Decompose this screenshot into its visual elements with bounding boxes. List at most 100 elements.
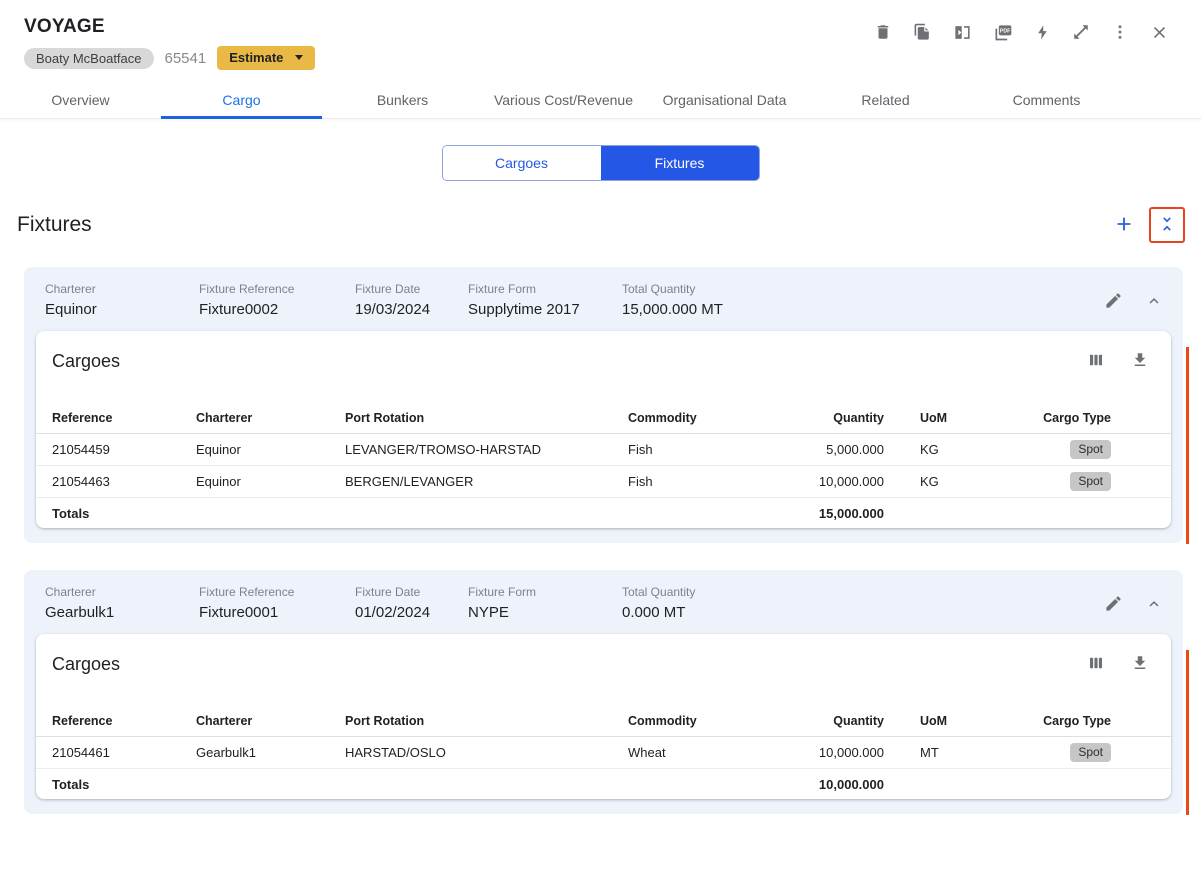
- col-header-reference[interactable]: Reference: [52, 411, 196, 425]
- svg-text:PDF: PDF: [1000, 29, 1011, 35]
- col-header-reference[interactable]: Reference: [52, 714, 196, 728]
- fixture-form-value: NYPE: [468, 604, 622, 621]
- plus-icon: [1113, 213, 1135, 238]
- fixture-reference-value: Fixture0001: [199, 604, 355, 621]
- validation-indicator: [1186, 650, 1189, 815]
- flip-button[interactable]: [953, 23, 972, 42]
- fixture-form-value: Supplytime 2017: [468, 301, 622, 318]
- table-row[interactable]: 21054461 Gearbulk1 HARSTAD/OSLO Wheat 10…: [36, 737, 1171, 769]
- fixture-reference-label: Fixture Reference: [199, 585, 355, 599]
- close-button[interactable]: [1150, 23, 1169, 42]
- fixture-form-label: Fixture Form: [468, 585, 622, 599]
- totals-row: Totals 10,000.000: [36, 769, 1171, 799]
- validation-indicator: [1186, 347, 1189, 544]
- cargoes-card-title: Cargoes: [52, 351, 120, 372]
- pencil-icon: [1104, 291, 1123, 313]
- voyage-number: 65541: [165, 50, 207, 67]
- table-header-row: Reference Charterer Port Rotation Commod…: [36, 705, 1171, 737]
- col-header-uom[interactable]: UoM: [920, 714, 980, 728]
- cargoes-table: Reference Charterer Port Rotation Commod…: [36, 705, 1171, 799]
- cargoes-table: Reference Charterer Port Rotation Commod…: [36, 402, 1171, 528]
- edit-fixture-button[interactable]: [1100, 287, 1127, 317]
- estimate-status-button[interactable]: Estimate: [217, 46, 315, 70]
- cell-reference: 21054463: [52, 474, 196, 489]
- column-settings-button[interactable]: [1083, 347, 1109, 376]
- cargo-type-badge: Spot: [1070, 440, 1111, 459]
- toggle-cargoes-button[interactable]: Cargoes: [443, 146, 601, 180]
- tab-bunkers[interactable]: Bunkers: [322, 81, 483, 118]
- estimate-status-label: Estimate: [229, 50, 283, 65]
- totals-label: Totals: [52, 777, 196, 792]
- charterer-label: Charterer: [45, 585, 199, 599]
- download-button[interactable]: [1127, 347, 1153, 376]
- duplicate-icon: [913, 23, 932, 42]
- expand-icon: [1072, 23, 1090, 41]
- quick-actions-button[interactable]: [1034, 24, 1051, 41]
- collapse-all-icon: [1157, 214, 1177, 237]
- column-settings-button[interactable]: [1083, 650, 1109, 679]
- col-header-port-rotation[interactable]: Port Rotation: [345, 411, 628, 425]
- col-header-cargo-type[interactable]: Cargo Type: [980, 714, 1171, 728]
- fixture-card: Charterer Equinor Fixture Reference Fixt…: [24, 267, 1183, 543]
- table-row[interactable]: 21054463 Equinor BERGEN/LEVANGER Fish 10…: [36, 466, 1171, 498]
- download-icon: [1131, 654, 1149, 675]
- fixture-date-value: 19/03/2024: [355, 301, 468, 318]
- vessel-badge: Boaty McBoatface: [24, 48, 154, 69]
- lightning-bolt-icon: [1034, 24, 1051, 41]
- cell-port-rotation: HARSTAD/OSLO: [345, 745, 628, 760]
- col-header-commodity[interactable]: Commodity: [628, 714, 788, 728]
- col-header-commodity[interactable]: Commodity: [628, 411, 788, 425]
- cell-charterer: Gearbulk1: [196, 745, 345, 760]
- window-header: VOYAGE Boaty McBoatface 65541 Estimate P…: [0, 0, 1201, 70]
- charterer-value: Equinor: [45, 301, 199, 318]
- totals-quantity: 10,000.000: [788, 777, 884, 792]
- col-header-cargo-type[interactable]: Cargo Type: [980, 411, 1171, 425]
- cargoes-card: Cargoes Reference Charterer Port Rotatio…: [36, 331, 1171, 528]
- collapse-fixture-button[interactable]: [1141, 591, 1167, 620]
- cell-commodity: Fish: [628, 442, 788, 457]
- totals-label: Totals: [52, 506, 196, 521]
- fixture-date-label: Fixture Date: [355, 585, 468, 599]
- col-header-port-rotation[interactable]: Port Rotation: [345, 714, 628, 728]
- flip-icon: [953, 23, 972, 42]
- totals-row: Totals 15,000.000: [36, 498, 1171, 528]
- col-header-charterer[interactable]: Charterer: [196, 714, 345, 728]
- tab-related[interactable]: Related: [805, 81, 966, 118]
- tab-various-cost-revenue[interactable]: Various Cost/Revenue: [483, 81, 644, 118]
- tab-cargo[interactable]: Cargo: [161, 81, 322, 118]
- cell-charterer: Equinor: [196, 442, 345, 457]
- totals-quantity: 15,000.000: [788, 506, 884, 521]
- edit-fixture-button[interactable]: [1100, 590, 1127, 620]
- cell-quantity: 10,000.000: [788, 745, 884, 760]
- charterer-value: Gearbulk1: [45, 604, 199, 621]
- delete-button[interactable]: [874, 23, 892, 41]
- expand-button[interactable]: [1072, 23, 1090, 41]
- total-quantity-value: 0.000 MT: [622, 604, 1163, 621]
- collapse-fixture-button[interactable]: [1141, 288, 1167, 317]
- cell-port-rotation: BERGEN/LEVANGER: [345, 474, 628, 489]
- col-header-uom[interactable]: UoM: [920, 411, 980, 425]
- tab-overview[interactable]: Overview: [0, 81, 161, 118]
- tab-organisational-data[interactable]: Organisational Data: [644, 81, 805, 118]
- col-header-quantity[interactable]: Quantity: [788, 714, 884, 728]
- more-options-button[interactable]: [1111, 23, 1129, 41]
- cargoes-card: Cargoes Reference Charterer Port Rotatio…: [36, 634, 1171, 799]
- section-title: Fixtures: [17, 213, 92, 237]
- tab-comments[interactable]: Comments: [966, 81, 1127, 118]
- col-header-charterer[interactable]: Charterer: [196, 411, 345, 425]
- add-fixture-button[interactable]: [1109, 209, 1139, 242]
- cell-port-rotation: LEVANGER/TROMSO-HARSTAD: [345, 442, 628, 457]
- download-button[interactable]: [1127, 650, 1153, 679]
- kebab-menu-icon: [1111, 23, 1129, 41]
- pencil-icon: [1104, 594, 1123, 616]
- columns-icon: [1087, 351, 1105, 372]
- cell-charterer: Equinor: [196, 474, 345, 489]
- col-header-quantity[interactable]: Quantity: [788, 411, 884, 425]
- table-row[interactable]: 21054459 Equinor LEVANGER/TROMSO-HARSTAD…: [36, 434, 1171, 466]
- cell-reference: 21054459: [52, 442, 196, 457]
- collapse-all-button[interactable]: [1149, 207, 1185, 243]
- pdf-icon: PDF: [993, 22, 1013, 42]
- duplicate-button[interactable]: [913, 23, 932, 42]
- export-pdf-button[interactable]: PDF: [993, 22, 1013, 42]
- toggle-fixtures-button[interactable]: Fixtures: [601, 146, 759, 180]
